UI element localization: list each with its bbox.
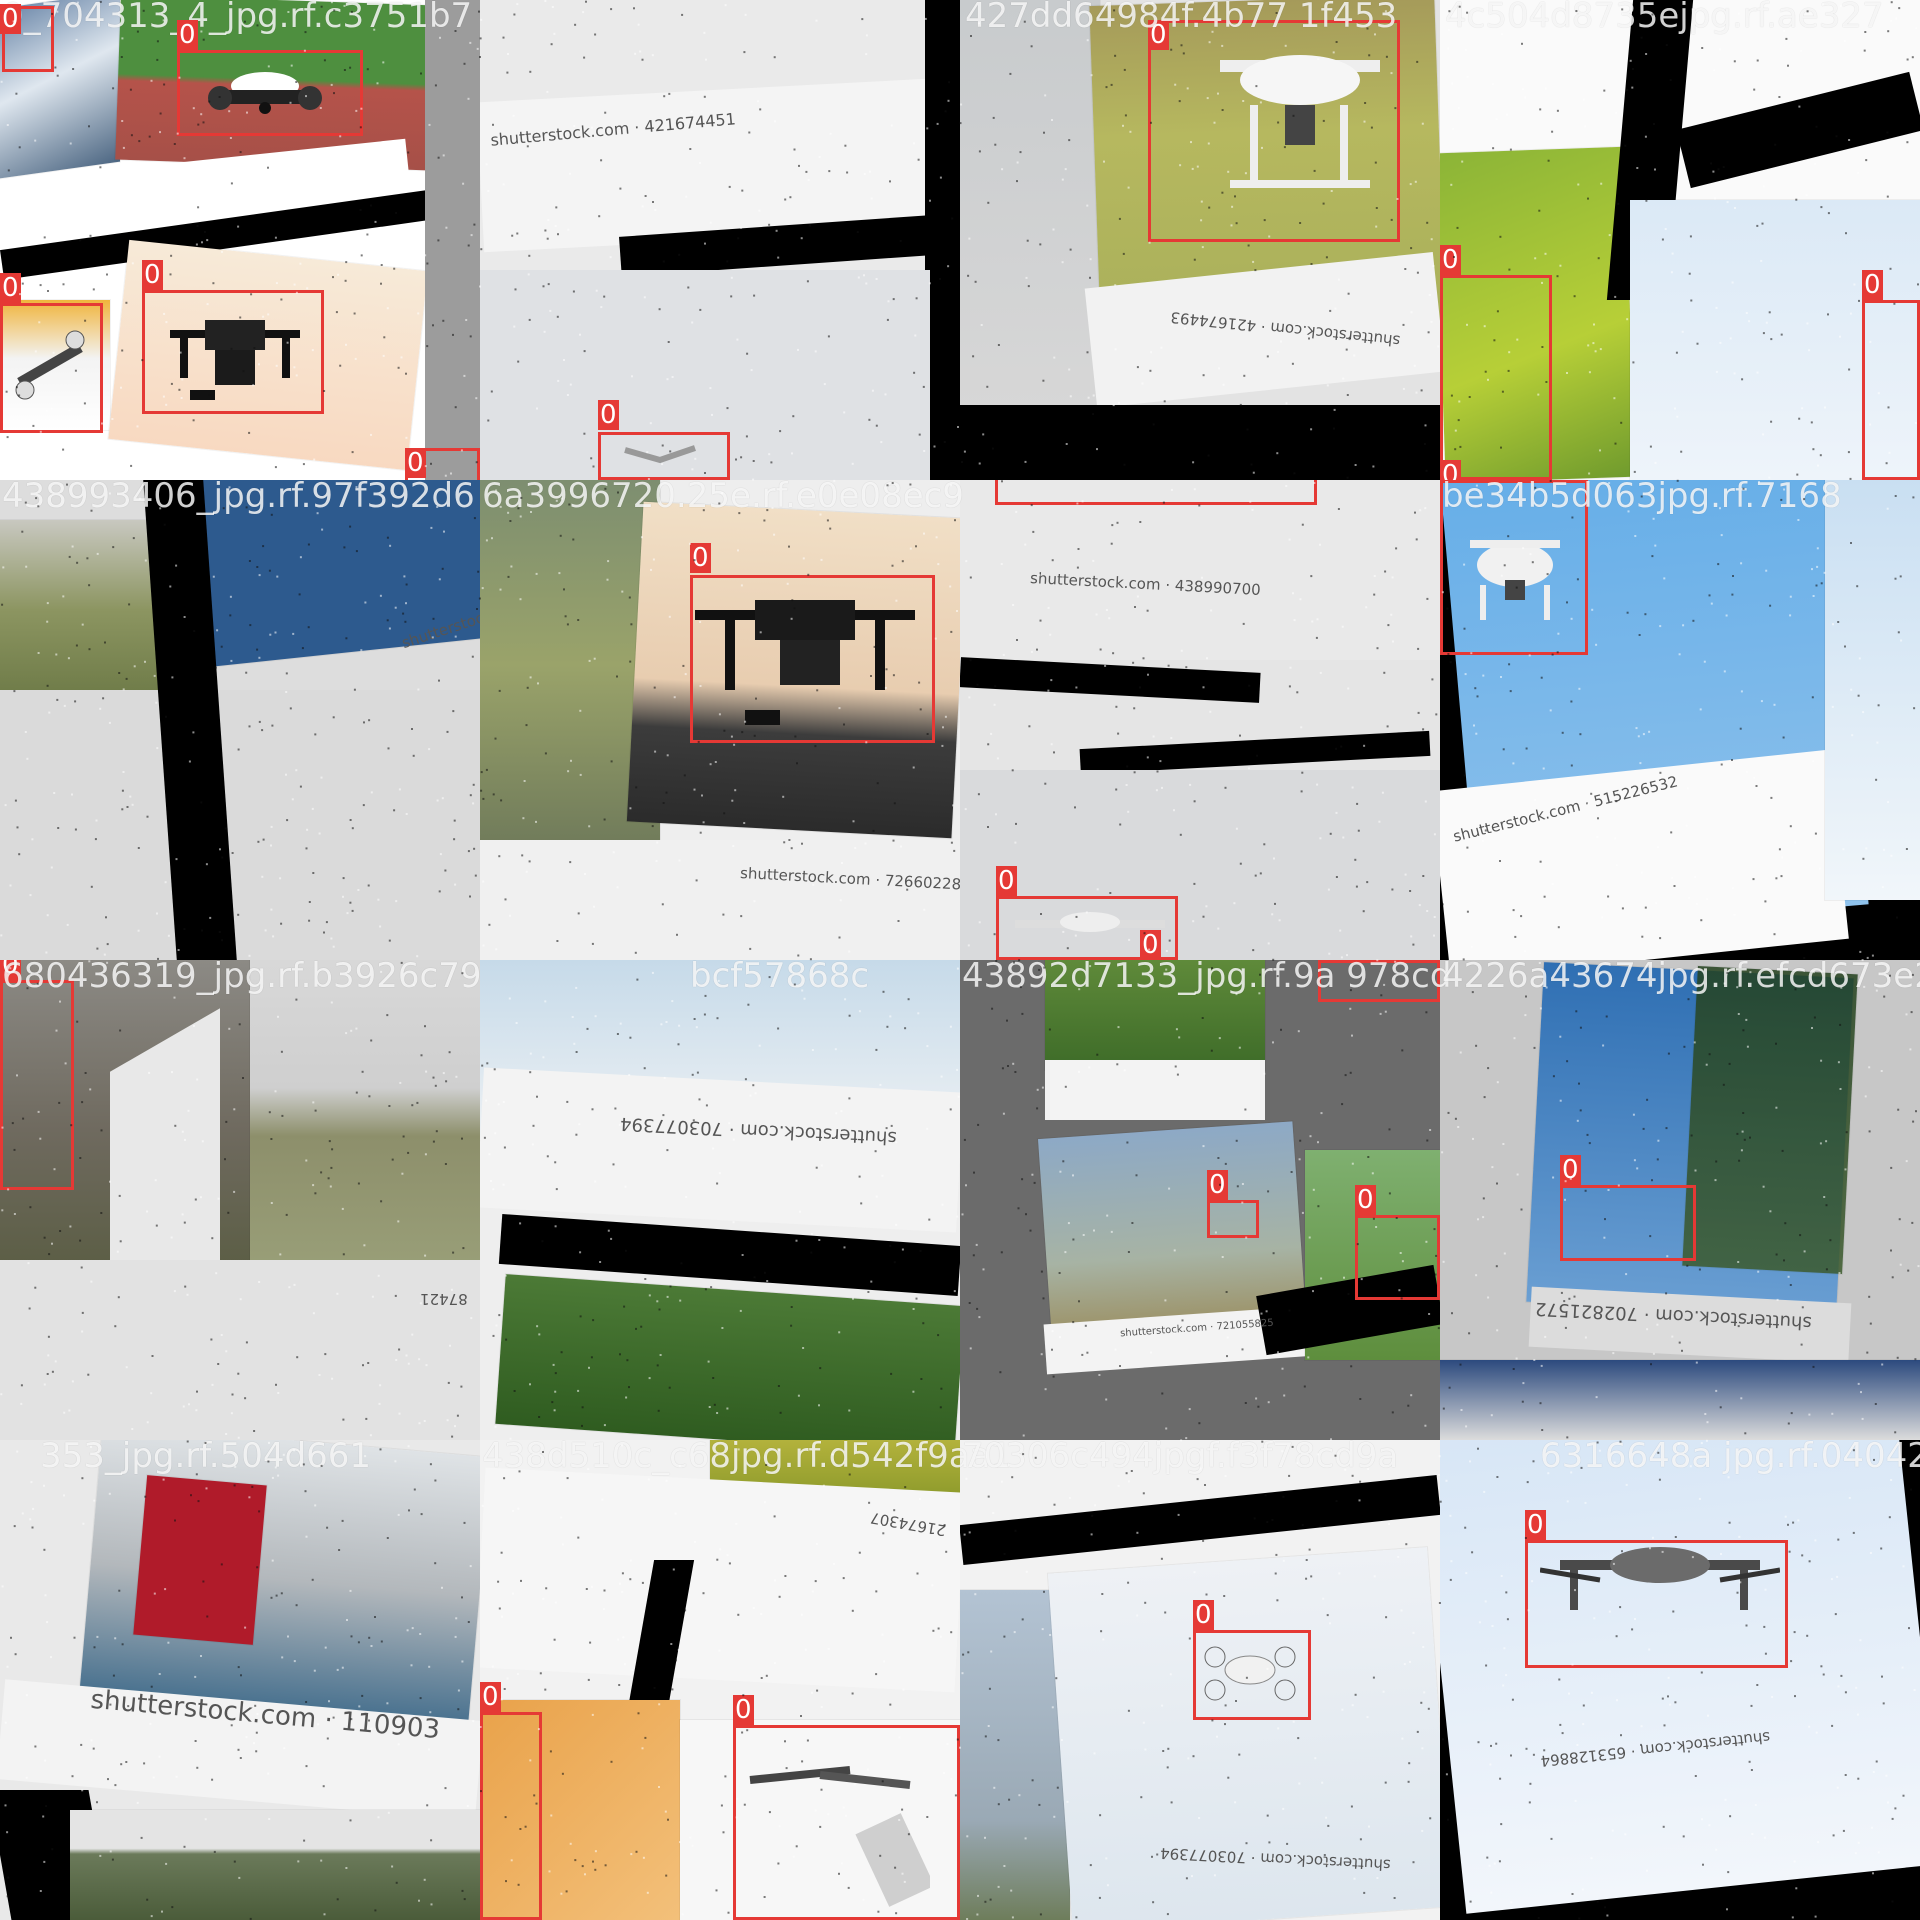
- tile-filename: 438993406_jpg.rf.97f392d6: [2, 476, 475, 516]
- field-photo: [0, 520, 165, 700]
- tile-11: shutterstock.com · 721055825 0 0 0: [960, 960, 1440, 1440]
- sky-photo-right: [1825, 480, 1920, 900]
- class-label: 0: [0, 4, 21, 34]
- detection-box: [142, 290, 324, 414]
- tile-filename: 43892d7133_jpg.rf.9a 978cd: [962, 956, 1452, 996]
- tree-photo: [1682, 966, 1858, 1274]
- tile-filename: 438d510c_c68jpg.rf.d542f9aa1: [482, 1436, 1013, 1476]
- detection-box: [0, 980, 74, 1190]
- bottom-photo: [1440, 1360, 1920, 1440]
- detection-box: [690, 575, 935, 743]
- detection-box: [177, 50, 363, 136]
- class-label: 0: [733, 1695, 754, 1725]
- black-strip: [925, 0, 960, 480]
- tile-16: shutterstock.com · 653128864 0: [1440, 1440, 1920, 1920]
- class-label: 0: [996, 866, 1017, 896]
- paper-white: [1045, 1060, 1265, 1120]
- detection-box: [1862, 300, 1920, 480]
- class-label: 0: [598, 400, 619, 430]
- tile-15: shutterstock.com · 703077394 0: [960, 1440, 1440, 1920]
- paper-white: [480, 1467, 960, 1693]
- tile-filename: 70306c494jpgf.f3f78cd9a: [962, 1436, 1399, 1476]
- class-label: 0: [1193, 1600, 1214, 1630]
- paper-lower: [0, 1260, 480, 1440]
- detection-box: [480, 1712, 542, 1920]
- class-label: 0: [177, 20, 198, 50]
- tile-filename: 427dd64984f.4b77 1f453: [965, 0, 1398, 36]
- tile-filename: 4226a43674jpg.rf.efcd673e2: [1442, 956, 1920, 996]
- tile-filename: 6a3996720.25e.rf.e0e08ec9: [482, 476, 964, 516]
- class-label: 0: [1525, 1510, 1546, 1540]
- detection-box: [995, 480, 1317, 505]
- detection-box: [1193, 1630, 1311, 1720]
- tile-7: shutterstock.com · 438990700 0 0 0: [960, 480, 1440, 960]
- paper-grey: [0, 690, 480, 960]
- class-label: 0: [1207, 1170, 1228, 1200]
- black-shape: [960, 405, 1440, 480]
- class-label: 0: [0, 273, 21, 303]
- tile-4: 0 0 0: [1440, 0, 1920, 480]
- class-label: 0: [1862, 270, 1883, 300]
- tile-13: shutterstock.com · 110903: [0, 1440, 480, 1920]
- class-label: 0: [690, 543, 711, 573]
- class-label: 0: [142, 260, 163, 290]
- tile-6: shutterstock.com · 726602286 0: [480, 480, 960, 960]
- detection-box: [1207, 1200, 1259, 1238]
- gray-bar: [425, 0, 480, 480]
- detection-box: [1355, 1215, 1440, 1300]
- mosaic-grid: 0_704313_4_jpg.rf.c3751b7 0 0 0 0 0 shut…: [0, 0, 1920, 1920]
- tile-1: 0_704313_4_jpg.rf.c3751b7 0 0 0 0 0: [0, 0, 480, 480]
- watermark: 87421: [420, 1290, 468, 1308]
- tile-14: 21674307 0 0: [480, 1440, 960, 1920]
- detection-box: [1525, 1540, 1788, 1668]
- black-shape: [1079, 730, 1431, 775]
- tile-10: shutterstock.com · 703077394: [480, 960, 960, 1440]
- detection-box: [598, 432, 730, 480]
- detection-box: [733, 1725, 960, 1920]
- field-photo: [250, 960, 480, 1280]
- shirt-shape: [133, 1475, 267, 1645]
- tile-filename: 353_jpg.rf.504d661: [40, 1436, 371, 1476]
- black-shape: [1676, 71, 1920, 189]
- tile-3: shutterstock.com · 421674493 0: [960, 0, 1440, 480]
- tile-2: shutterstock.com · 421674451 0: [480, 0, 960, 480]
- detection-box: [1560, 1185, 1696, 1261]
- class-label: 0: [1440, 245, 1461, 275]
- tile-5: shutterstock: [0, 480, 480, 960]
- tile-filename: 0_704313_4_jpg.rf.c3751b7: [2, 0, 473, 36]
- tile-filename: 4c504d8735ejpg.rf.ae327: [1445, 0, 1884, 36]
- paper-white: [480, 1067, 960, 1233]
- lower-photo: [70, 1810, 480, 1920]
- tile-filename: bcf57868c: [690, 956, 870, 996]
- class-label: 0: [405, 448, 426, 478]
- tile-12: shutterstock.com · 702821572 0: [1440, 960, 1920, 1440]
- tile-9: 87421 0: [0, 960, 480, 1440]
- tile-filename: 6316648a jpg.rf.04042: [1540, 1436, 1920, 1476]
- class-label: 0: [1560, 1155, 1581, 1185]
- paper-lower: [480, 840, 960, 960]
- sky-photo: [1440, 1440, 1920, 1914]
- class-label: 0: [480, 1682, 501, 1712]
- detection-box: [0, 303, 103, 433]
- left-photo: [960, 0, 1100, 410]
- class-label: 0: [1355, 1185, 1376, 1215]
- detection-box: [1148, 20, 1400, 242]
- detection-box: [1440, 275, 1552, 480]
- tile-8: shutterstock.com · 515226532: [1440, 480, 1920, 960]
- black-shape: [960, 657, 1261, 703]
- tile-filename: be34b5d063jpg.rf.7168: [1442, 476, 1842, 516]
- bush-photo: [495, 1274, 960, 1440]
- tile-filename: 680436319_jpg.rf.b3926c79: [2, 956, 482, 996]
